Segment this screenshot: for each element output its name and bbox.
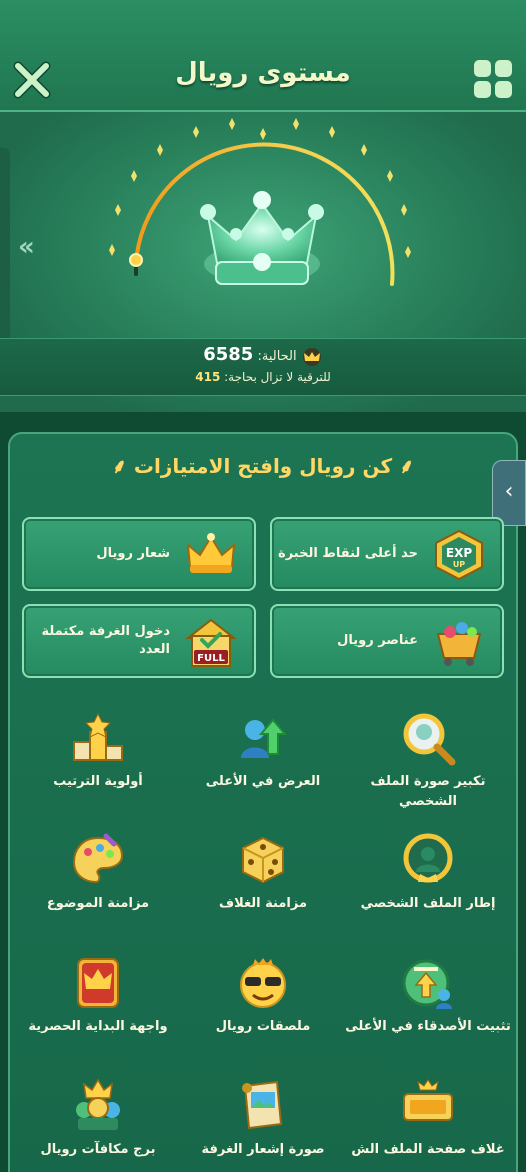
privilege-label: برج مكافآت رويال [40, 1142, 156, 1157]
left-edge-handle[interactable] [0, 148, 10, 348]
current-value: 6585 [203, 344, 254, 365]
privilege-profile-frame[interactable]: إطار الملف الشخصي [344, 832, 512, 952]
upgrade-value: 415 [195, 370, 221, 384]
privilege-exclusive-splash[interactable]: واجهة البداية الحصرية [14, 955, 182, 1075]
cover-banner-icon [403, 1079, 453, 1121]
pin-friends-icon [402, 959, 452, 1009]
laurel-right-icon: ⸙ [111, 454, 127, 478]
privilege-royal-stickers[interactable]: ملصقات رويال [179, 955, 347, 1075]
reward-tower-icon [76, 1078, 120, 1130]
feature-label: حد أعلى لنقاط الخبرة [278, 546, 418, 561]
gold-crown-icon [302, 347, 321, 366]
privilege-label: أولوية الترتيب [53, 774, 143, 789]
svg-text:UP: UP [453, 560, 465, 569]
emoji-sticker-icon [240, 958, 286, 1008]
crown-card-icon [77, 958, 119, 1008]
feature-label: عناصر رويال [337, 633, 418, 648]
svg-text:EXP: EXP [446, 546, 472, 560]
privilege-magnify-avatar[interactable]: تكبير صورة الملف الشخصي [344, 710, 512, 830]
current-points: الحالية: 6585 [0, 344, 526, 366]
grid-menu-icon [474, 60, 512, 98]
current-label: الحالية: [257, 349, 297, 364]
show-top-icon [241, 718, 288, 758]
menu-button[interactable] [472, 58, 514, 100]
chevron-left-icon: ‹ [504, 479, 514, 504]
double-chevron-left-icon[interactable]: « [18, 232, 35, 262]
privilege-profile-cover[interactable]: غلاف صفحة الملف الش [344, 1078, 512, 1172]
podium-icon [73, 712, 123, 761]
feature-card-royal-badge[interactable]: شعار رويال [22, 517, 256, 591]
privilege-reward-tower[interactable]: برج مكافآت رويال [14, 1078, 182, 1172]
privilege-label: مزامنة الغلاف [218, 896, 307, 911]
privilege-label: تكبير صورة الملف الشخصي [370, 774, 486, 809]
feature-card-full-room[interactable]: دخول الغرفة مكتملة العدد FULL [22, 604, 256, 678]
privileges-title-text: كن رويال وافتح الامتيازات [133, 454, 393, 478]
page-title: مستوى رويال [175, 58, 351, 88]
feature-card-royal-items[interactable]: عناصر رويال [270, 604, 504, 678]
upgrade-label: للترقية لا تزال بحاجة: [224, 370, 331, 384]
feature-label: شعار رويال [96, 546, 170, 561]
cart-icon [436, 622, 482, 666]
exp-up-icon: EXP UP [435, 529, 483, 581]
header-bar [0, 0, 526, 112]
laurel-left-icon: ⸙ [399, 454, 415, 478]
royal-crown-icon [200, 191, 324, 285]
feature-label: دخول الغرفة مكتملة العدد [41, 624, 170, 657]
palette-icon [72, 833, 124, 884]
privilege-label: إطار الملف الشخصي [360, 896, 496, 911]
privilege-label: مزامنة الموضوع [46, 896, 150, 911]
scroll-notice-icon [242, 1080, 283, 1130]
privilege-label: العرض في الأعلى [205, 774, 321, 789]
upgrade-needed: للترقية لا تزال بحاجة: 415 [0, 370, 526, 384]
svg-text:FULL: FULL [197, 653, 225, 664]
privilege-label: ملصقات رويال [215, 1019, 311, 1034]
privileges-title: ⸙ كن رويال وافتح الامتيازات ⸙ [0, 452, 526, 479]
full-room-icon: FULL [185, 618, 237, 667]
privilege-label: غلاف صفحة الملف الش [351, 1142, 505, 1157]
feature-card-exp-cap[interactable]: حد أعلى لنقاط الخبرة EXP UP [270, 517, 504, 591]
dice-icon [242, 836, 284, 884]
privilege-label: تثبيت الأصدقاء في الأعلى [345, 1019, 511, 1034]
magnify-avatar-icon [403, 713, 456, 766]
privilege-rank-priority[interactable]: أولوية الترتيب [14, 710, 182, 830]
privilege-label: صورة إشعار الغرفة [201, 1142, 325, 1157]
profile-frame-icon [403, 833, 453, 883]
privilege-room-notice[interactable]: صورة إشعار الغرفة [179, 1078, 347, 1172]
privilege-label: واجهة البداية الحصرية [28, 1019, 168, 1034]
privilege-show-top[interactable]: العرض في الأعلى [179, 710, 347, 830]
crown-badge-icon [186, 533, 236, 573]
privilege-pin-friends[interactable]: تثبيت الأصدقاء في الأعلى [344, 955, 512, 1075]
privilege-cover-sync[interactable]: مزامنة الغلاف [179, 832, 347, 952]
privilege-theme-sync[interactable]: مزامنة الموضوع [14, 832, 182, 952]
